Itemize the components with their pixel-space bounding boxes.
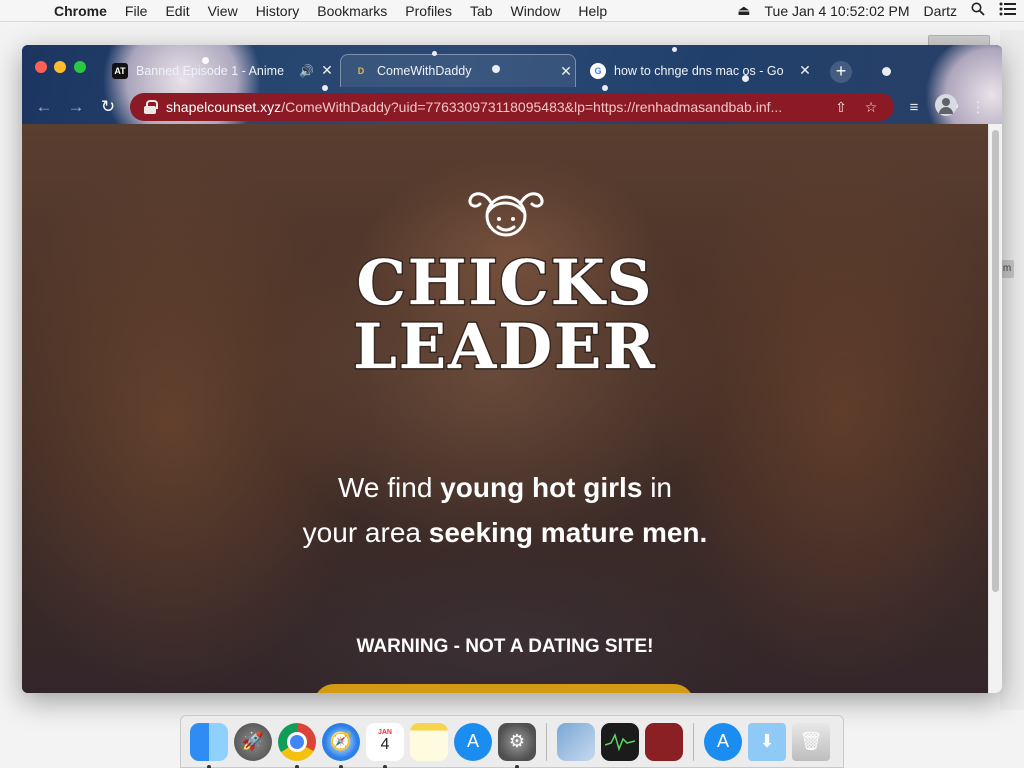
tagline-line-1: We find young hot girls in [22,465,988,510]
dock-photo-booth-icon[interactable] [645,722,683,761]
dock-chrome-icon[interactable] [278,722,316,768]
running-indicator [295,764,299,768]
menu-history[interactable]: History [247,3,309,19]
url-host: shapelcounset.xyz [166,99,282,115]
tab-comewithdaddy[interactable]: D ComeWithDaddy ✕ [340,54,576,87]
girl-face-logo-icon [468,192,544,237]
close-window-button[interactable] [35,61,47,73]
dock-safari-icon[interactable]: 🧭 [322,722,360,768]
close-tab-icon[interactable]: ✕ [796,62,814,79]
tab-google-search[interactable]: G how to chnge dns mac os - Go ✕ [582,54,814,87]
scrollbar-thumb[interactable] [992,130,999,592]
tagline-line-2: your area seeking mature men. [22,510,988,555]
snow-decoration [882,67,891,76]
close-tab-icon[interactable]: ✕ [557,63,575,80]
running-indicator [339,764,343,768]
tagline-text: We find [338,472,441,503]
calendar-day: 4 [380,736,390,753]
tab-favicon: G [590,62,606,79]
back-arrow-icon[interactable]: ← [28,97,60,117]
browser-frame-theme: AT Banned Episode 1 - Anime 🔊 ✕ D ComeWi… [22,45,1002,124]
menu-profiles[interactable]: Profiles [396,3,461,19]
menu-window[interactable]: Window [502,3,570,19]
menu-help[interactable]: Help [569,3,616,19]
activity-graph-icon [605,732,635,751]
more-menu-icon[interactable]: ⋮ [962,98,994,116]
zoom-window-button[interactable] [74,61,86,73]
tab-title: ComeWithDaddy [377,64,472,78]
running-indicator [207,764,211,768]
chrome-window: AT Banned Episode 1 - Anime 🔊 ✕ D ComeWi… [22,45,1002,693]
page-content: CHICKS LEADER We find young hot girls in… [22,124,988,693]
dock-calendar-icon[interactable]: JAN 4 [366,722,404,768]
logo-text-line-1: CHICKS [355,246,654,319]
new-tab-button[interactable]: + [830,61,852,83]
tab-favicon: AT [112,62,128,79]
control-center-icon[interactable] [992,2,1024,19]
dock-system-preferences-icon[interactable]: ⚙ [498,722,536,768]
dock-notes-icon[interactable] [410,722,448,761]
profile-avatar[interactable] [930,94,962,120]
tab-banned-episode[interactable]: AT Banned Episode 1 - Anime 🔊 ✕ [112,54,336,87]
address-bar-url[interactable]: shapelcounset.xyz/ComeWithDaddy?uid=7763… [166,99,826,115]
dock-trash-icon[interactable]: 🗑 [792,722,830,761]
menu-file[interactable]: File [116,3,157,19]
snow-decoration [672,47,677,52]
dock-app-store-folder-icon[interactable]: A [704,722,742,761]
reading-list-icon[interactable]: ≡ [898,99,930,116]
warning-text: WARNING - NOT A DATING SITE! [356,636,654,657]
reload-icon[interactable]: ↻ [92,97,124,117]
url-path: /ComeWithDaddy?uid=776330973118095483&lp… [281,99,783,115]
dock-finder-icon[interactable] [190,722,228,768]
menu-view[interactable]: View [199,3,247,19]
menu-app-name[interactable]: Chrome [54,3,116,19]
tab-favicon: D [357,66,365,76]
menu-edit[interactable]: Edit [156,3,198,19]
forward-arrow-icon[interactable]: → [60,97,92,117]
desktop-background-window [1000,30,1024,710]
dock-activity-monitor-icon[interactable] [601,722,639,761]
tagline-emphasis: young hot girls [440,472,643,503]
cta-button[interactable] [314,684,694,693]
page-scrollbar[interactable] [988,124,1002,693]
dock-downloads-icon[interactable]: ⬇ [748,722,786,761]
menu-bar: Chrome File Edit View History Bookmarks … [0,0,1024,22]
share-icon[interactable]: ⇧ [826,99,856,116]
calendar-month: JAN [377,729,392,736]
tagline-text: your area [302,517,429,548]
dock-app-store-icon[interactable]: A [454,722,492,761]
audio-playing-icon[interactable]: 🔊 [299,64,314,78]
dock-separator [546,722,547,761]
tab-title: how to chnge dns mac os - Go [614,63,784,78]
browser-toolbar: ← → ↻ shapelcounset.xyz/ComeWithDaddy?ui… [22,90,1002,124]
logo-text-line-2: LEADER [352,310,657,383]
menu-tab[interactable]: Tab [461,3,502,19]
close-tab-icon[interactable]: ✕ [318,62,336,79]
menubar-user[interactable]: Dartz [917,3,964,19]
profile-icon [935,94,957,116]
background-window-edge: m [1000,260,1014,278]
tagline-emphasis: seeking mature men. [428,517,708,548]
lock-icon[interactable] [144,100,158,114]
address-bar[interactable]: shapelcounset.xyz/ComeWithDaddy?uid=7763… [130,93,894,121]
running-indicator [383,764,387,768]
tagline-text: in [642,472,672,503]
dock-launchpad-icon[interactable]: 🚀 [234,722,272,761]
menubar-clock[interactable]: Tue Jan 4 10:52:02 PM [758,3,917,19]
running-indicator [515,764,519,768]
dock-separator [693,722,694,761]
tab-title: Banned Episode 1 - Anime [136,63,285,78]
menu-bookmarks[interactable]: Bookmarks [308,3,396,19]
dock: 🚀 🧭 JAN 4 A ⚙ A ⬇ 🗑 [180,715,844,768]
dock-preview-icon[interactable] [557,722,595,761]
minimize-window-button[interactable] [54,61,66,73]
bookmark-star-icon[interactable]: ☆ [856,99,886,116]
spotlight-search-icon[interactable] [964,2,992,19]
eject-icon[interactable]: ⏏ [730,2,757,19]
